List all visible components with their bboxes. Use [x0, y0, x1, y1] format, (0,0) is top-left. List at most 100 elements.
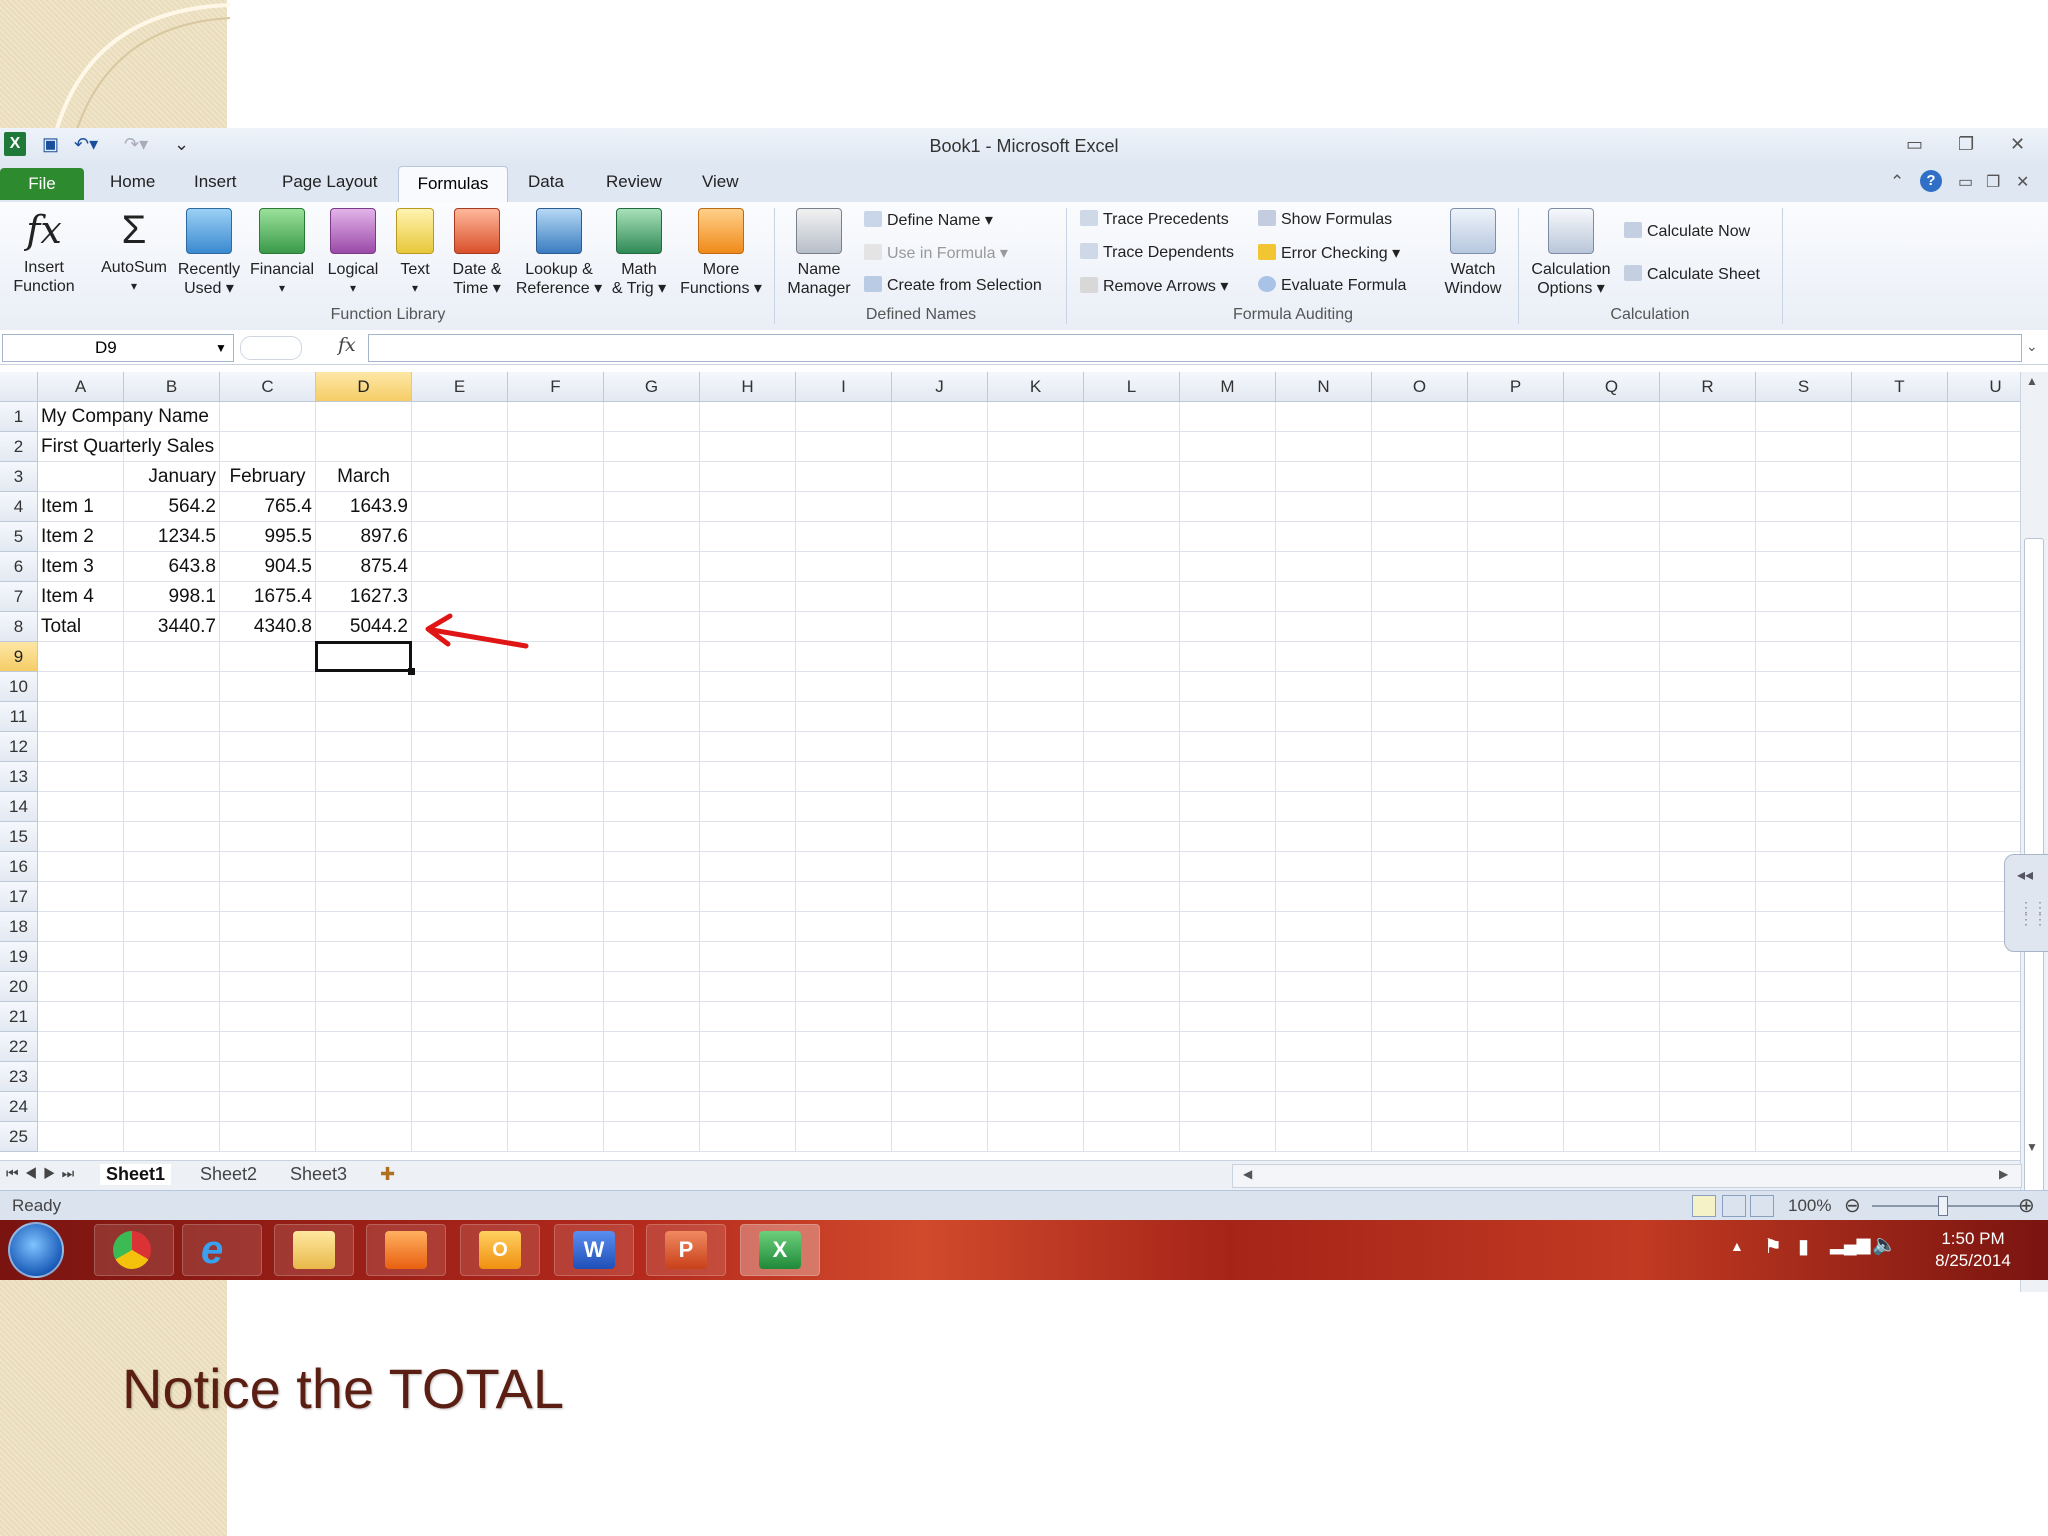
cell-c12[interactable]	[220, 732, 316, 762]
cell-o1[interactable]	[1372, 402, 1468, 432]
cell-m3[interactable]	[1180, 462, 1276, 492]
cell-g2[interactable]	[604, 432, 700, 462]
cell-g7[interactable]	[604, 582, 700, 612]
cell-o18[interactable]	[1372, 912, 1468, 942]
cell-o16[interactable]	[1372, 852, 1468, 882]
cell-g15[interactable]	[604, 822, 700, 852]
cell-p1[interactable]	[1468, 402, 1564, 432]
cell-c21[interactable]	[220, 1002, 316, 1032]
cell-n13[interactable]	[1276, 762, 1372, 792]
cell-k1[interactable]	[988, 402, 1084, 432]
taskbar-internet-explorer[interactable]: e	[182, 1224, 262, 1276]
cell-o9[interactable]	[1372, 642, 1468, 672]
cell-l16[interactable]	[1084, 852, 1180, 882]
cell-k19[interactable]	[988, 942, 1084, 972]
row-header-12[interactable]: 12	[0, 732, 38, 762]
cell-e19[interactable]	[412, 942, 508, 972]
cell-l4[interactable]	[1084, 492, 1180, 522]
recently-used-button[interactable]: Recently Used ▾	[174, 208, 244, 298]
fill-handle[interactable]	[408, 668, 415, 675]
cell-b11[interactable]	[124, 702, 220, 732]
cell-q14[interactable]	[1564, 792, 1660, 822]
tab-page-layout[interactable]: Page Layout	[272, 172, 387, 192]
cell-f7[interactable]	[508, 582, 604, 612]
cell-a25[interactable]	[38, 1122, 124, 1152]
cell-e17[interactable]	[412, 882, 508, 912]
cell-g8[interactable]	[604, 612, 700, 642]
cell-d3[interactable]: March	[316, 462, 412, 492]
cell-e11[interactable]	[412, 702, 508, 732]
cell-i12[interactable]	[796, 732, 892, 762]
cell-e21[interactable]	[412, 1002, 508, 1032]
cell-a3[interactable]	[38, 462, 124, 492]
cell-i19[interactable]	[796, 942, 892, 972]
taskbar-powerpoint[interactable]: P	[646, 1224, 726, 1276]
row-header-13[interactable]: 13	[0, 762, 38, 792]
cell-j9[interactable]	[892, 642, 988, 672]
cell-e25[interactable]	[412, 1122, 508, 1152]
cell-b21[interactable]	[124, 1002, 220, 1032]
cell-h22[interactable]	[700, 1032, 796, 1062]
cell-h25[interactable]	[700, 1122, 796, 1152]
system-clock[interactable]: 1:50 PM 8/25/2014	[1908, 1228, 2038, 1272]
cell-g21[interactable]	[604, 1002, 700, 1032]
cell-q16[interactable]	[1564, 852, 1660, 882]
cell-r1[interactable]	[1660, 402, 1756, 432]
cell-j4[interactable]	[892, 492, 988, 522]
more-functions-button[interactable]: More Functions ▾	[672, 208, 770, 298]
cell-j17[interactable]	[892, 882, 988, 912]
row-header-8[interactable]: 8	[0, 612, 38, 642]
financial-button[interactable]: Financial ▾	[246, 208, 318, 298]
cell-i11[interactable]	[796, 702, 892, 732]
trace-dependents-button[interactable]: Trace Dependents	[1080, 243, 1234, 262]
zoom-out-icon[interactable]: ⊖	[1844, 1193, 1861, 1218]
cell-b16[interactable]	[124, 852, 220, 882]
cell-d20[interactable]	[316, 972, 412, 1002]
cell-s20[interactable]	[1756, 972, 1852, 1002]
cell-c9[interactable]	[220, 642, 316, 672]
cell-o3[interactable]	[1372, 462, 1468, 492]
row-header-20[interactable]: 20	[0, 972, 38, 1002]
cell-m22[interactable]	[1180, 1032, 1276, 1062]
cell-l3[interactable]	[1084, 462, 1180, 492]
cell-j14[interactable]	[892, 792, 988, 822]
cell-d11[interactable]	[316, 702, 412, 732]
cell-m20[interactable]	[1180, 972, 1276, 1002]
cell-s11[interactable]	[1756, 702, 1852, 732]
sheet-tab-sheet1[interactable]: Sheet1	[100, 1164, 172, 1185]
cell-g1[interactable]	[604, 402, 700, 432]
cell-j18[interactable]	[892, 912, 988, 942]
cell-t18[interactable]	[1852, 912, 1948, 942]
cell-q7[interactable]	[1564, 582, 1660, 612]
column-header-h[interactable]: H	[700, 372, 796, 402]
cell-l21[interactable]	[1084, 1002, 1180, 1032]
cell-r19[interactable]	[1660, 942, 1756, 972]
cell-n23[interactable]	[1276, 1062, 1372, 1092]
cell-h1[interactable]	[700, 402, 796, 432]
cell-j19[interactable]	[892, 942, 988, 972]
column-header-e[interactable]: E	[412, 372, 508, 402]
cell-s22[interactable]	[1756, 1032, 1852, 1062]
cell-l7[interactable]	[1084, 582, 1180, 612]
show-formulas-button[interactable]: Show Formulas	[1258, 210, 1392, 229]
cell-c25[interactable]	[220, 1122, 316, 1152]
cell-c3[interactable]: February	[220, 462, 316, 492]
cell-q12[interactable]	[1564, 732, 1660, 762]
cell-j5[interactable]	[892, 522, 988, 552]
cell-c1[interactable]	[220, 402, 316, 432]
cell-o4[interactable]	[1372, 492, 1468, 522]
column-header-j[interactable]: J	[892, 372, 988, 402]
cell-f5[interactable]	[508, 522, 604, 552]
column-header-k[interactable]: K	[988, 372, 1084, 402]
cell-p23[interactable]	[1468, 1062, 1564, 1092]
cell-a18[interactable]	[38, 912, 124, 942]
cell-r21[interactable]	[1660, 1002, 1756, 1032]
cell-t7[interactable]	[1852, 582, 1948, 612]
cell-c7[interactable]: 1675.4	[220, 582, 316, 612]
cell-c11[interactable]	[220, 702, 316, 732]
minimize-icon[interactable]: ▭	[1906, 134, 1923, 155]
cell-t4[interactable]	[1852, 492, 1948, 522]
cell-s14[interactable]	[1756, 792, 1852, 822]
start-button-icon[interactable]	[8, 1222, 64, 1278]
cell-t1[interactable]	[1852, 402, 1948, 432]
